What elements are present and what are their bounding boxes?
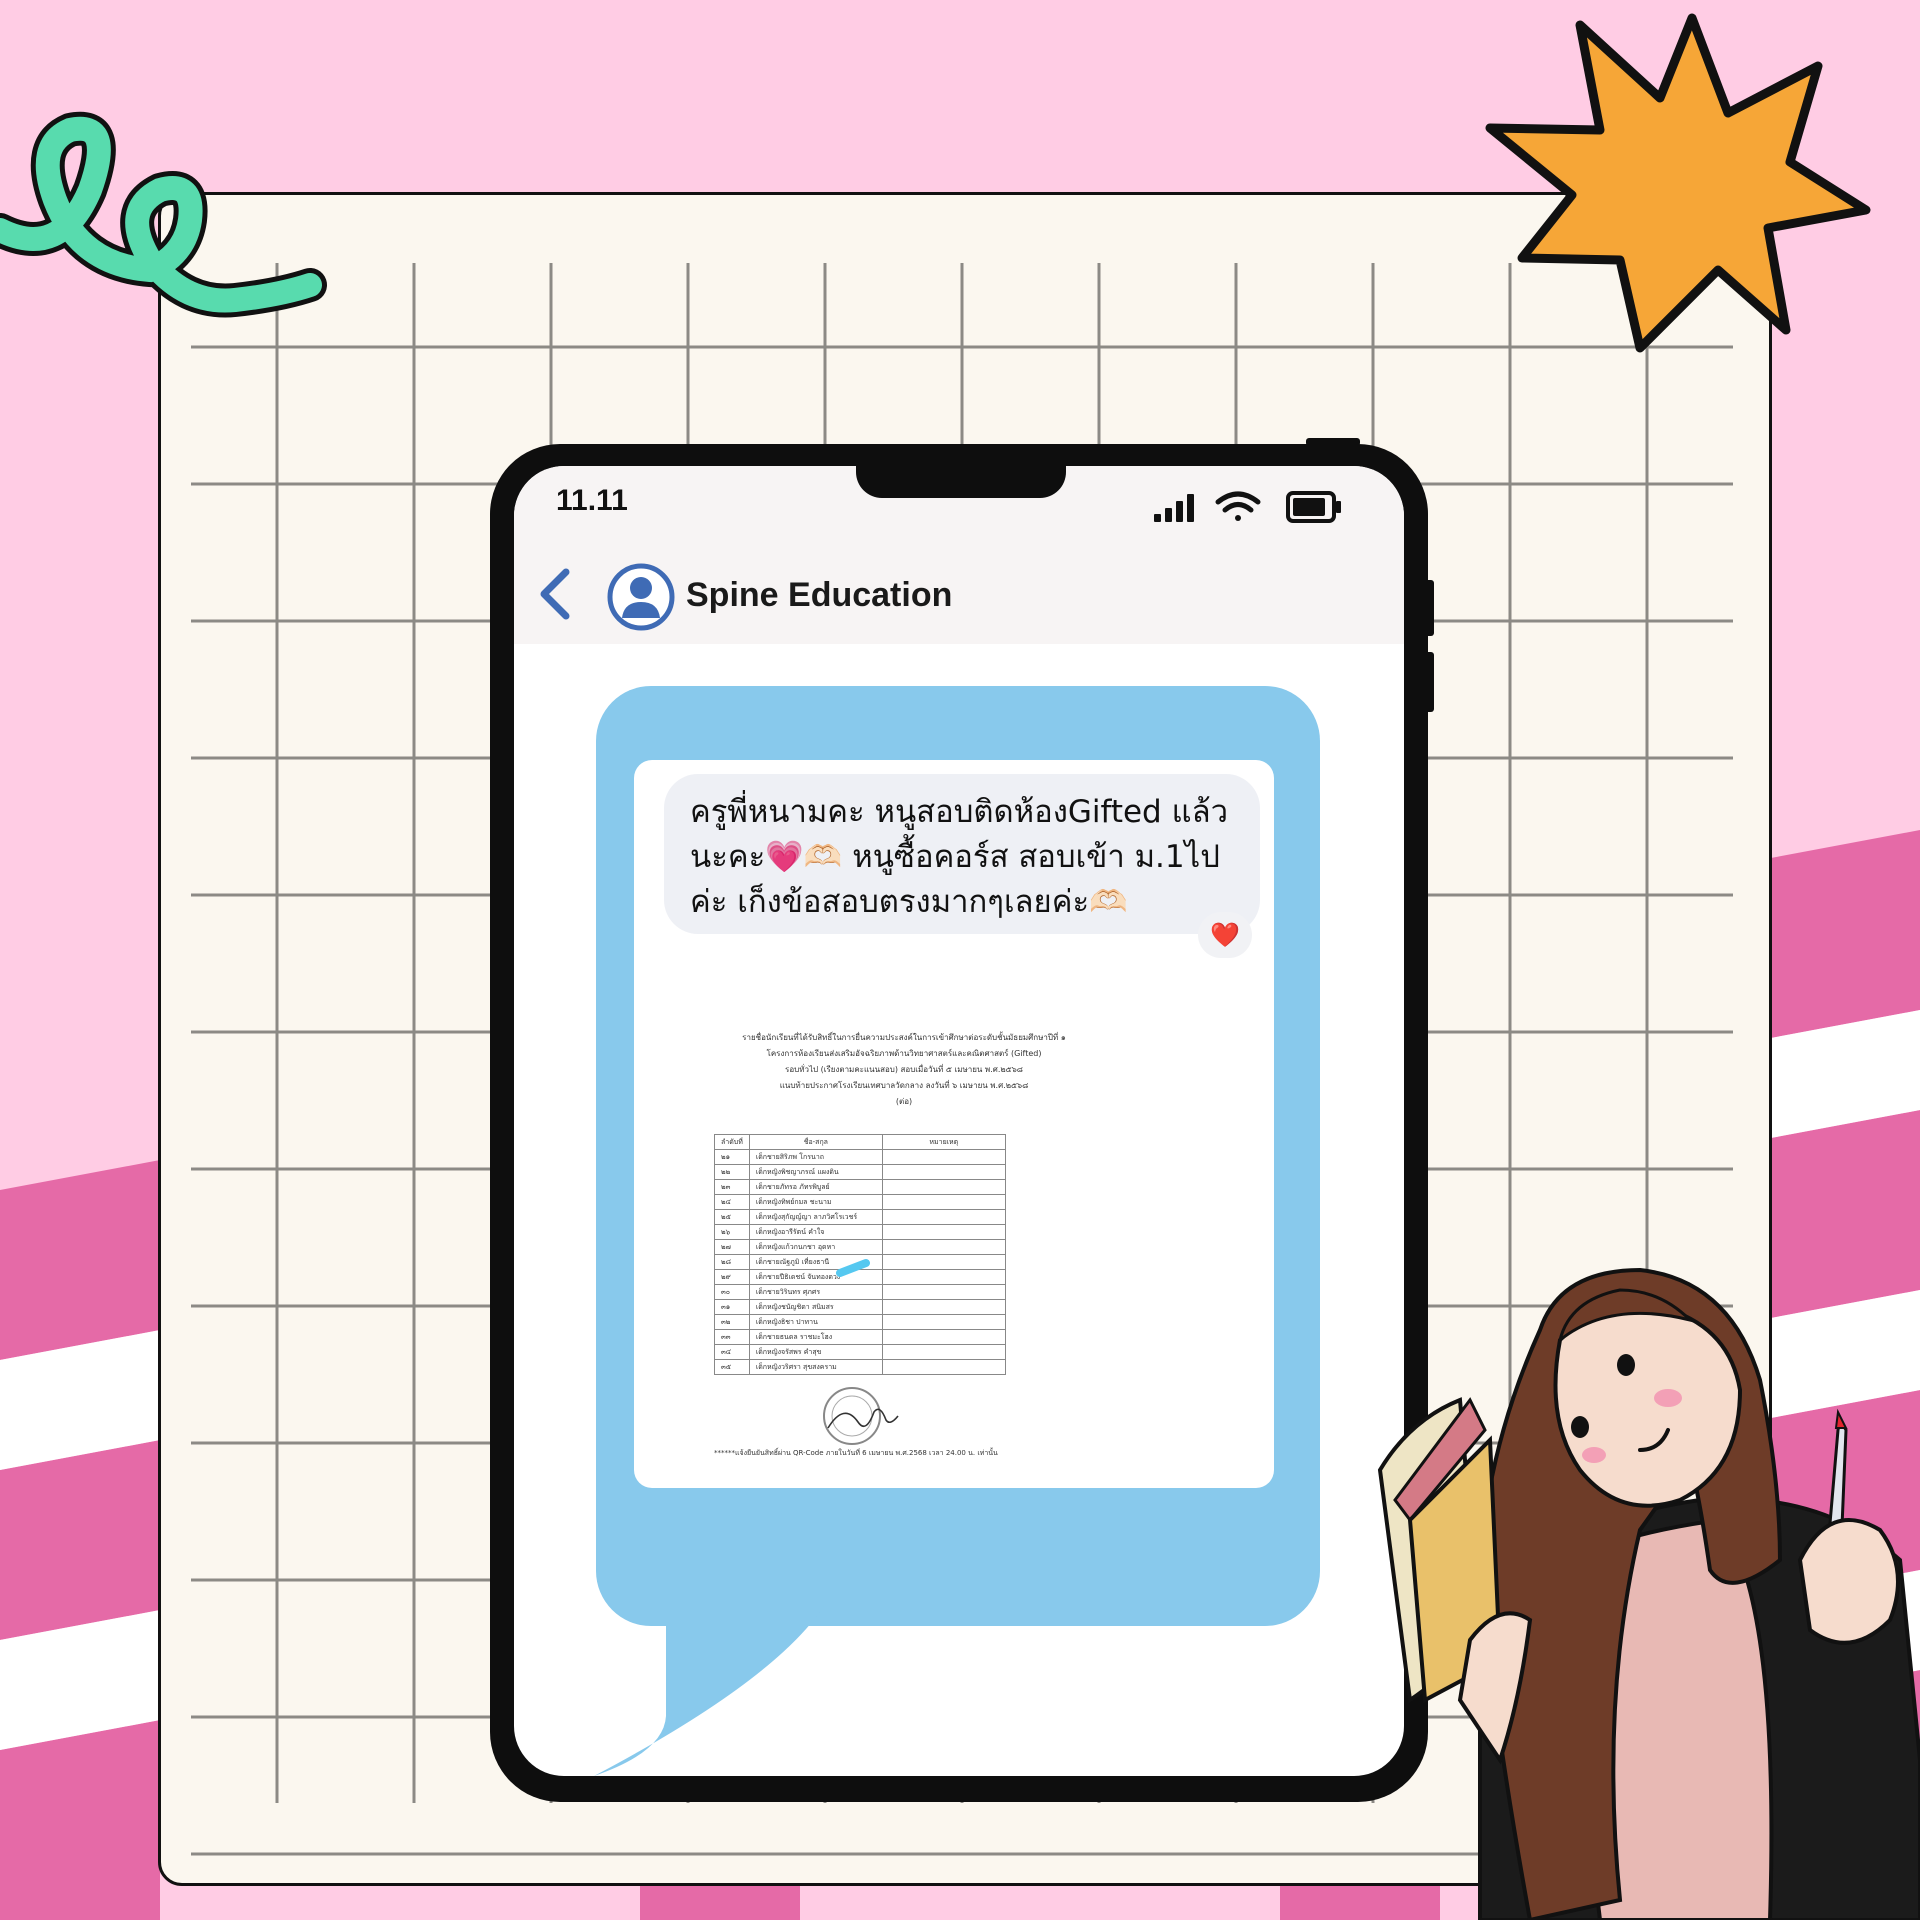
girl-illustration <box>1377 1267 1920 1920</box>
decorations <box>0 13 1920 1920</box>
star-decoration <box>1485 13 1871 353</box>
squiggle-decoration <box>0 111 327 318</box>
